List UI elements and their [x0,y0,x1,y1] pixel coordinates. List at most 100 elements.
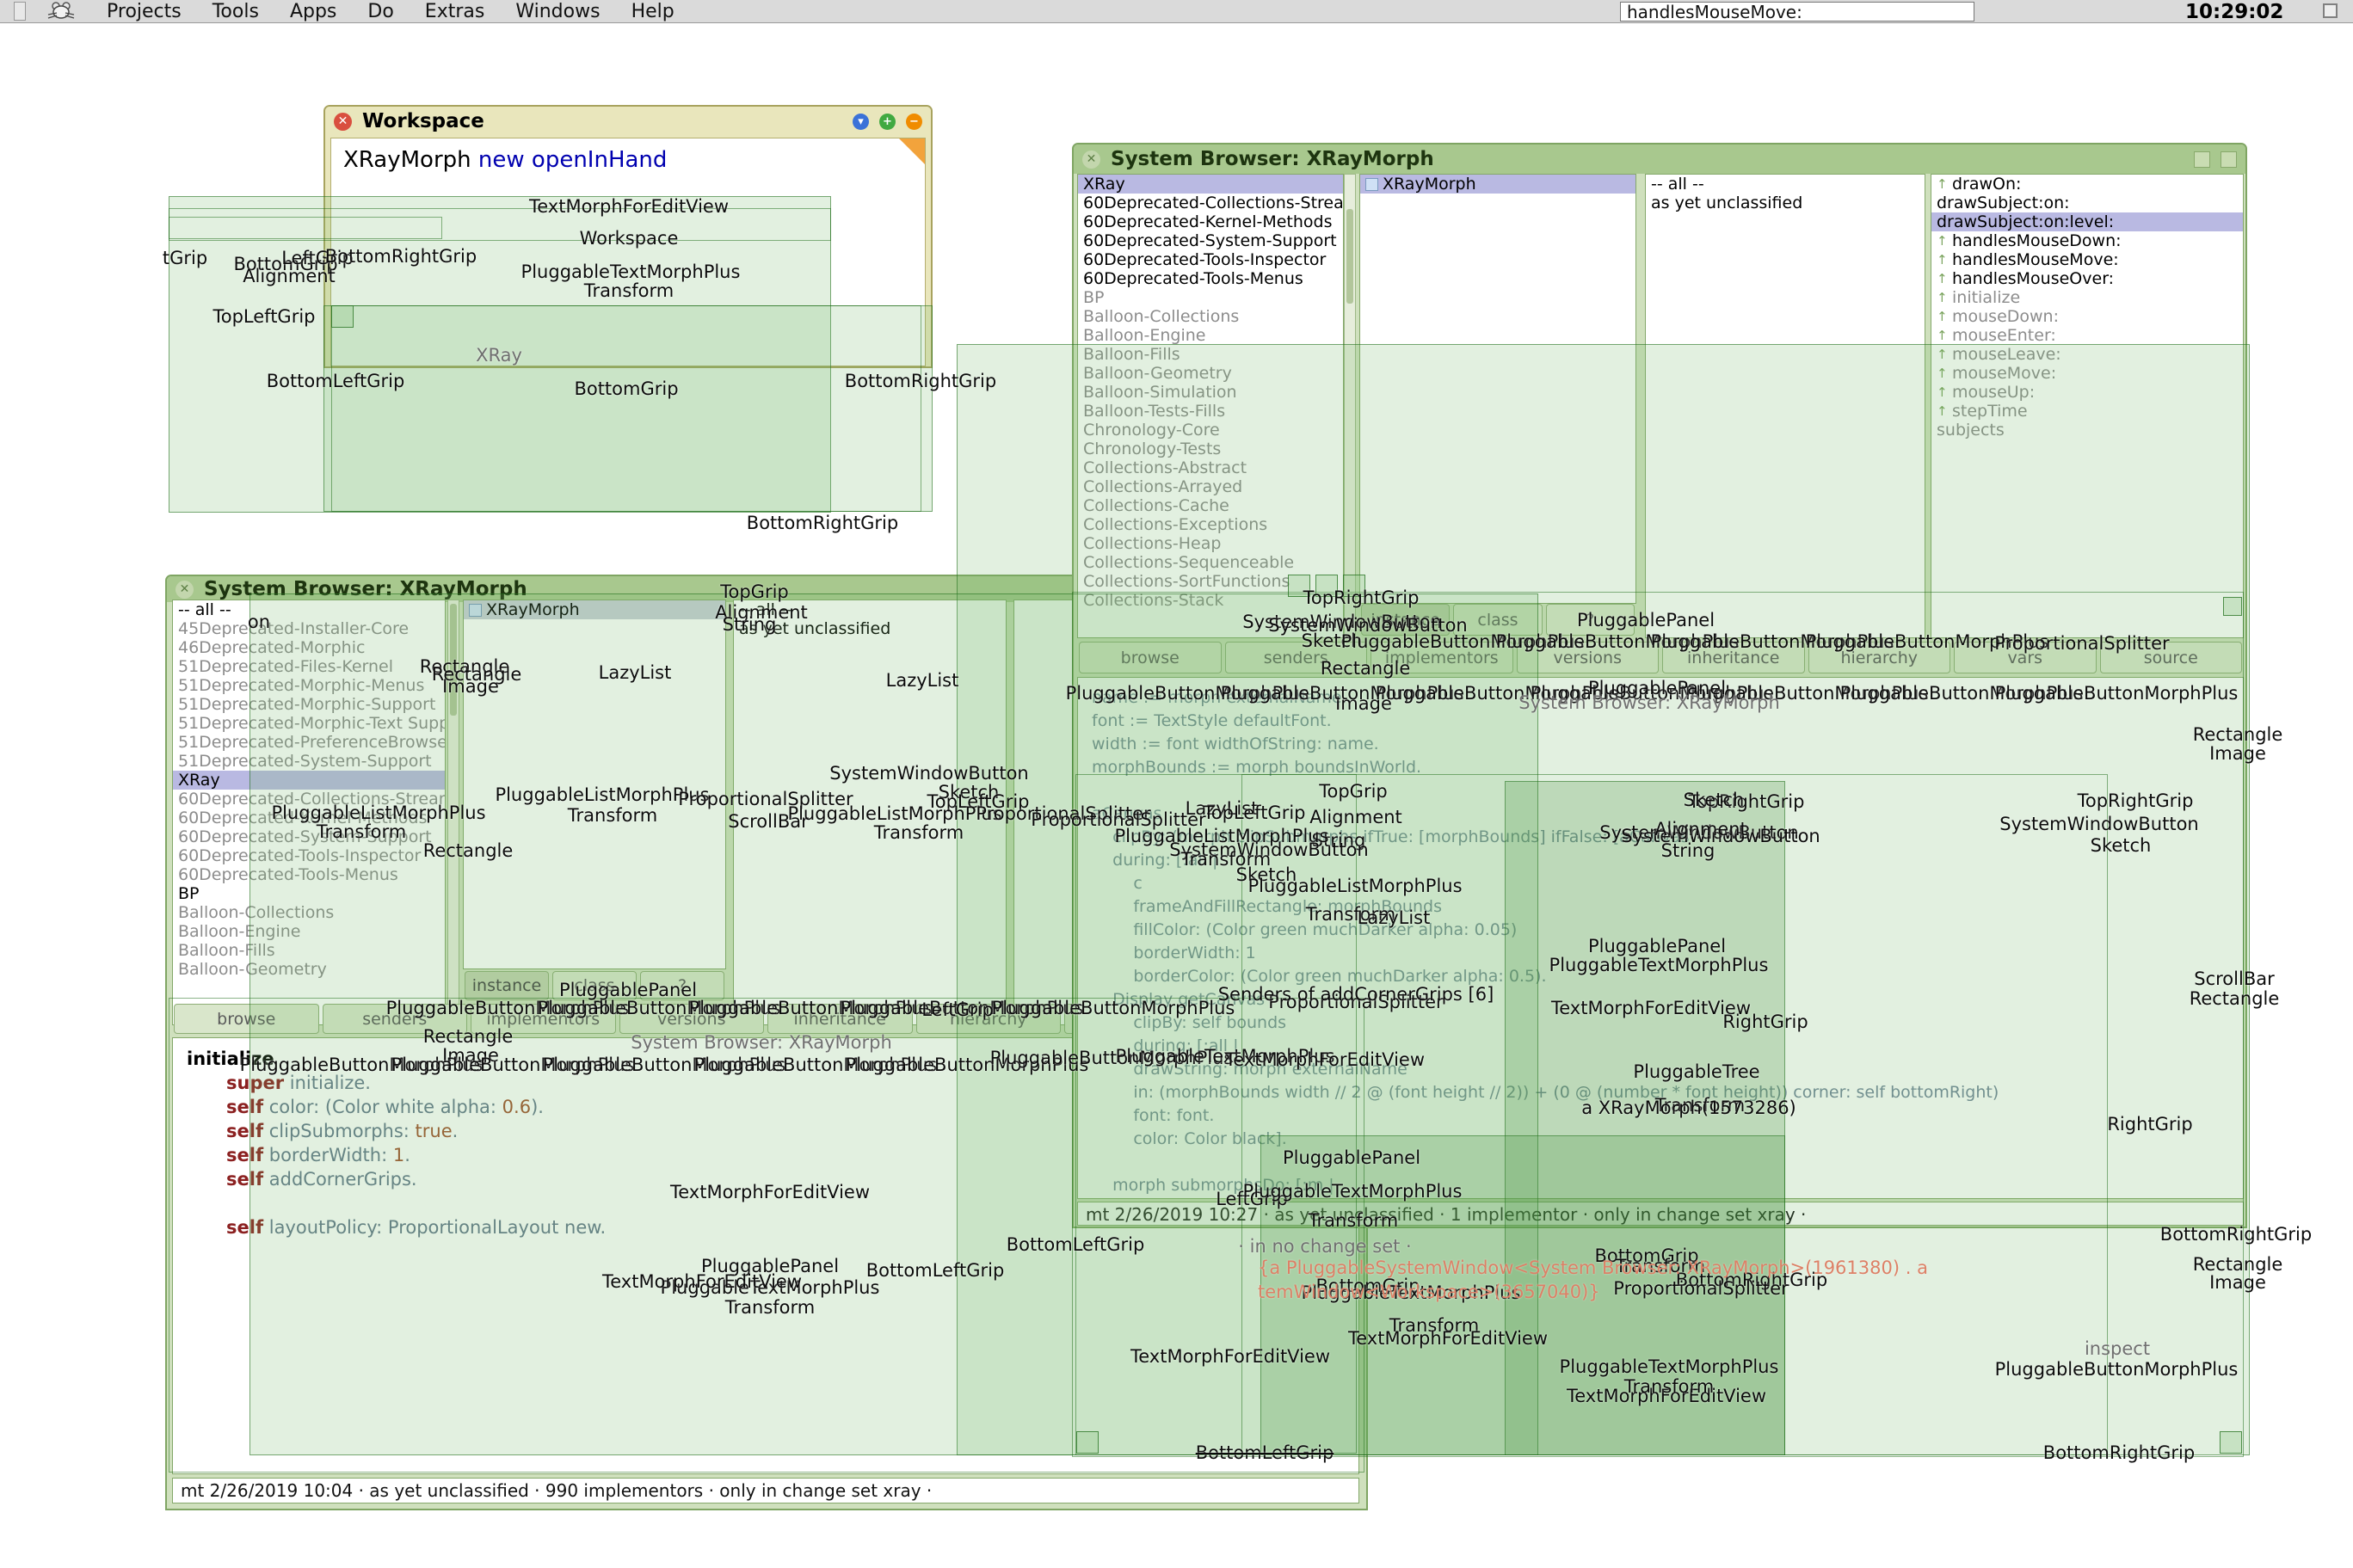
button-source[interactable]: source [2100,642,2243,673]
right-package-list[interactable]: XRay60Deprecated-Collections-Stream 60Dep… [1077,174,1344,638]
list-item[interactable]: Collections-Abstract [1078,458,1343,477]
right-browser-titlebar[interactable]: ✕ System Browser: XRayMorph [1074,145,2245,174]
button-implementors[interactable]: implementors [471,1004,616,1034]
list-item[interactable]: subjects [1931,421,2243,440]
menu-item-projects[interactable]: Projects [107,1,182,22]
list-item[interactable]: Balloon-Fills [1078,345,1343,364]
close-icon[interactable]: ✕ [176,581,194,599]
list-item[interactable]: 51Deprecated-PreferenceBrowser [173,733,445,752]
button-instance[interactable]: instance [465,971,549,1000]
list-item[interactable]: Collections-Cache [1078,496,1343,515]
list-item[interactable]: Balloon-Geometry [1078,364,1343,383]
scrollbar-thumb[interactable] [1346,209,1353,304]
list-item[interactable]: ↑handlesMouseOver: [1931,269,2243,288]
right-code-pane[interactable]: name := morph externalName.font := TextS… [1077,677,2244,1199]
list-item[interactable]: Balloon-Fills [173,941,445,960]
list-item[interactable]: Chronology-Core [1078,421,1343,440]
list-item[interactable]: Collections-Heap [1078,534,1343,553]
list-item[interactable]: -- all -- [1646,175,1925,194]
search-input[interactable] [1620,2,1974,22]
list-item[interactable]: 60Deprecated-Tools-Menus [173,865,445,884]
list-item[interactable]: ↑mouseUp: [1931,383,2243,402]
clock-icon[interactable] [2323,3,2338,18]
list-item[interactable]: Collections-Arrayed [1078,477,1343,496]
list-item[interactable]: -- all -- [173,600,445,619]
list-item[interactable]: 51Deprecated-Files-Kernel [173,657,445,676]
list-item[interactable]: Collections-Stack [1078,591,1343,610]
list-item[interactable]: ↑handlesMouseDown: [1931,231,2243,250]
list-item[interactable]: ↑initialize [1931,288,2243,307]
list-item[interactable]: ↑mouseMove: [1931,364,2243,383]
menu-item-help[interactable]: Help [631,1,674,22]
button-vars[interactable]: vars [1954,642,2097,673]
menu-item-do[interactable]: Do [367,1,393,22]
collapse-icon[interactable]: − [906,114,922,130]
button--[interactable]: ? [640,971,724,1000]
list-item[interactable]: 60Deprecated-Collections-Stream [1078,194,1343,212]
list-item[interactable]: Collections-Sequenceable [1078,553,1343,572]
close-icon[interactable]: ✕ [334,113,352,131]
list-item[interactable]: 60Deprecated-Collections-Streams [173,790,445,809]
list-item[interactable]: Balloon-Collections [173,903,445,922]
list-item[interactable]: 60Deprecated-System-Support [173,827,445,846]
list-item[interactable]: XRay [1078,175,1343,194]
button-implementors[interactable]: implementors [1371,642,1513,673]
button-versions[interactable]: versions [1517,642,1660,673]
workspace-titlebar[interactable]: ✕ Workspace ▾ + − [325,107,931,136]
list-item[interactable]: XRayMorph [464,600,725,619]
list-item[interactable]: 60Deprecated-Tools-Inspector [1078,250,1343,269]
button-hierarchy[interactable]: hierarchy [1808,642,1951,673]
close-icon[interactable]: ✕ [1082,151,1100,169]
button-versions[interactable]: versions [619,1004,765,1034]
button-senders[interactable]: senders [323,1004,468,1034]
list-item[interactable]: Collections-SortFunctions [1078,572,1343,591]
list-item[interactable]: ↑drawOn: [1931,175,2243,194]
list-item[interactable]: BP [1078,288,1343,307]
list-item[interactable]: 60Deprecated-Kernel-Methods [173,809,445,827]
button-class[interactable]: class [1453,604,1542,636]
left-category-list[interactable]: -- all --as yet unclassified [733,600,1007,1025]
list-item[interactable]: ↑handlesMouseMove: [1931,250,2243,269]
button-class[interactable]: class [552,971,637,1000]
list-item[interactable]: 51Deprecated-Morphic-Menus [173,676,445,695]
list-item[interactable]: Balloon-Engine [173,922,445,941]
list-item[interactable]: Balloon-Engine [1078,326,1343,345]
expand-icon[interactable] [2194,151,2210,168]
list-item[interactable]: 45Deprecated-Installer-Core [173,619,445,638]
button-instance[interactable]: instance [1361,604,1450,636]
list-item[interactable]: XRay [173,771,445,790]
right-method-list[interactable]: ↑drawOn:drawSubject:on:drawSubject:on:le… [1931,174,2244,638]
list-item[interactable]: 46Deprecated-Morphic [173,638,445,657]
list-item[interactable]: ↑mouseLeave: [1931,345,2243,364]
menu-item-apps[interactable]: Apps [290,1,336,22]
workspace-text-area[interactable]: XRayMorph new openInHand [330,138,926,366]
list-item[interactable]: 51Deprecated-System-Support [173,752,445,771]
button-inheritance[interactable]: inheritance [767,1004,913,1034]
window-menu-icon[interactable]: ▾ [853,114,869,130]
list-item[interactable]: 51Deprecated-Morphic-Support [173,695,445,714]
list-item[interactable]: -- all -- [734,600,1006,619]
list-item[interactable]: Collections-Exceptions [1078,515,1343,534]
button-hierarchy[interactable]: hierarchy [916,1004,1062,1034]
list-item[interactable]: ↑mouseDown: [1931,307,2243,326]
list-item[interactable]: 60Deprecated-System-Support [1078,231,1343,250]
list-item[interactable]: Balloon-Tests-Fills [1078,402,1343,421]
list-item[interactable]: Balloon-Collections [1078,307,1343,326]
collapse-icon[interactable] [2221,151,2237,168]
list-item[interactable]: BP [173,884,445,903]
left-class-list[interactable]: XRayMorph [463,600,726,969]
scrollbar[interactable] [447,600,459,1025]
menu-item-tools[interactable]: Tools [213,1,259,22]
list-item[interactable]: ↑mouseEnter: [1931,326,2243,345]
scrollbar[interactable] [1344,174,1356,638]
list-item[interactable]: Balloon-Geometry [173,960,445,979]
list-item[interactable]: Balloon-Simulation [1078,383,1343,402]
button-browse[interactable]: browse [174,1004,319,1034]
expand-icon[interactable]: + [879,114,896,130]
button-senders[interactable]: senders [1225,642,1368,673]
list-item[interactable]: drawSubject:on: [1931,194,2243,212]
button-inheritance[interactable]: inheritance [1662,642,1805,673]
menu-item-extras[interactable]: Extras [425,1,485,22]
list-item[interactable]: 51Deprecated-Morphic-Text Suppo [173,714,445,733]
right-category-list[interactable]: -- all --as yet unclassified [1645,174,1925,638]
